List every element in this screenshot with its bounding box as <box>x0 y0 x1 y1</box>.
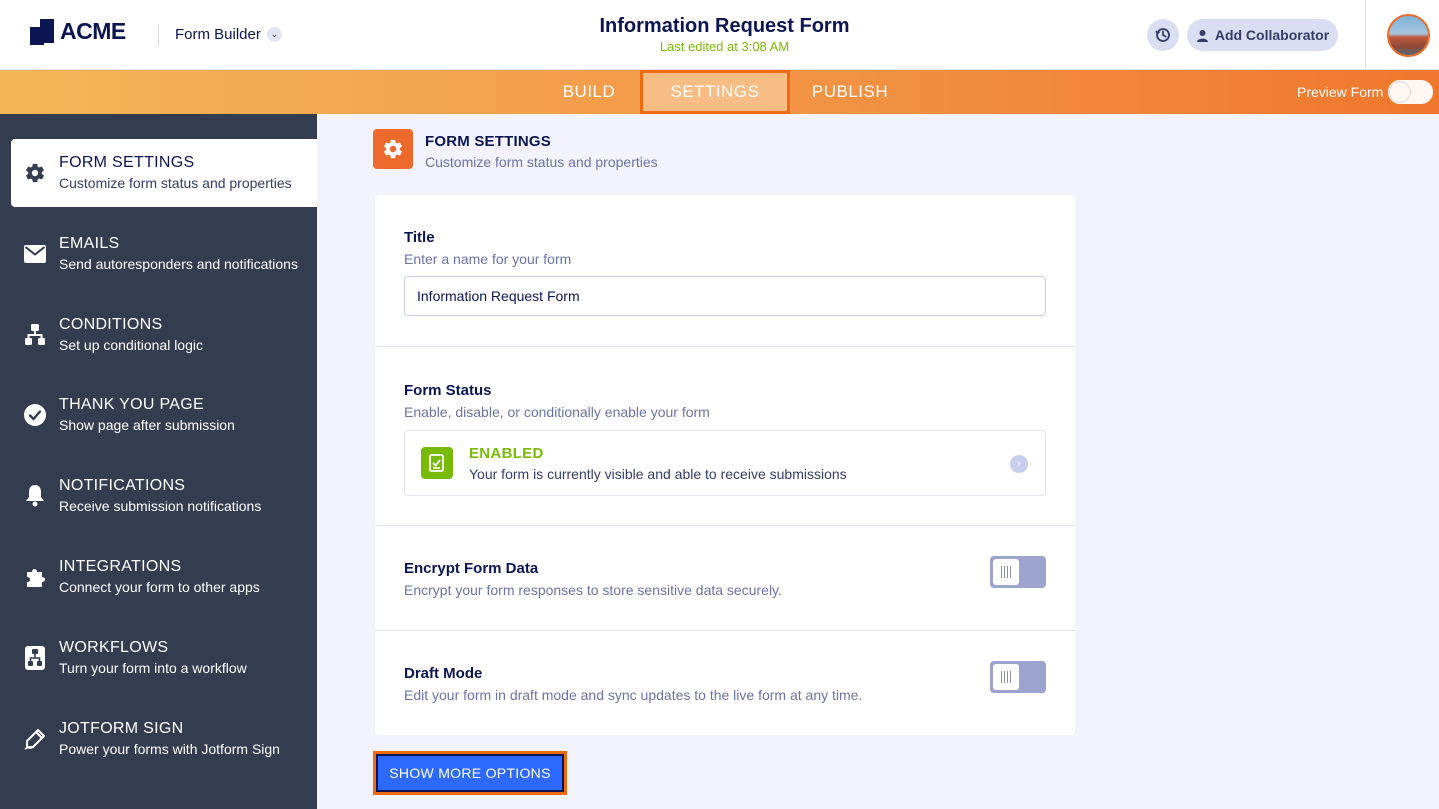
show-more-options-label: SHOW MORE OPTIONS <box>378 756 562 790</box>
builder-nav-bar: BUILD SETTINGS PUBLISH Preview Form <box>0 70 1439 114</box>
sidebar-item-desc: Customize form status and properties <box>59 175 292 191</box>
sidebar-item-notifications[interactable]: NOTIFICATIONS Receive submission notific… <box>11 462 317 530</box>
sidebar-item-desc: Send autoresponders and notifications <box>59 256 298 272</box>
form-status-selector[interactable]: ENABLED Your form is currently visible a… <box>404 430 1046 496</box>
check-circle-icon <box>23 403 47 427</box>
draft-mode-row: Draft Mode Edit your form in draft mode … <box>375 631 1075 735</box>
status-value: ENABLED <box>469 445 544 462</box>
form-settings-gear-icon <box>373 129 413 169</box>
draft-mode-label: Draft Mode <box>404 665 483 682</box>
toggle-knob <box>1390 82 1410 102</box>
form-title-input[interactable] <box>404 276 1046 316</box>
show-more-options-button[interactable]: SHOW MORE OPTIONS <box>373 751 567 795</box>
sidebar-item-title: THANK YOU PAGE <box>59 396 204 413</box>
title-label: Title <box>404 229 435 246</box>
tab-settings[interactable]: SETTINGS <box>640 70 790 114</box>
sidebar-item-desc: Power your forms with Jotform Sign <box>59 741 280 757</box>
title-desc: Enter a name for your form <box>404 251 572 267</box>
title-row: Title Enter a name for your form <box>375 195 1075 347</box>
sidebar-item-emails[interactable]: EMAILS Send autoresponders and notificat… <box>11 220 317 288</box>
sidebar-item-desc: Set up conditional logic <box>59 337 203 353</box>
sidebar-item-title: CONDITIONS <box>59 316 163 333</box>
sidebar-item-title: JOTFORM SIGN <box>59 720 184 737</box>
flowchart-icon <box>23 323 47 347</box>
form-status-row: Form Status Enable, disable, or conditio… <box>375 347 1075 526</box>
avatar[interactable] <box>1387 14 1430 57</box>
sidebar-item-desc: Receive submission notifications <box>59 498 262 514</box>
sidebar-item-desc: Connect your form to other apps <box>59 579 260 595</box>
sidebar-item-jotform-sign[interactable]: JOTFORM SIGN Power your forms with Jotfo… <box>11 705 317 773</box>
tab-build[interactable]: BUILD <box>548 70 630 114</box>
envelope-icon <box>23 242 47 266</box>
encrypt-row: Encrypt Form Data Encrypt your form resp… <box>375 526 1075 631</box>
encrypt-toggle[interactable] <box>990 556 1046 588</box>
gear-icon <box>23 161 47 185</box>
sidebar-item-desc: Show page after submission <box>59 417 235 433</box>
user-icon <box>1196 29 1208 42</box>
toggle-knob <box>993 664 1019 690</box>
settings-sidebar: FORM SETTINGS Customize form status and … <box>0 114 317 809</box>
history-button[interactable] <box>1147 19 1179 51</box>
draft-mode-desc: Edit your form in draft mode and sync up… <box>404 687 863 703</box>
history-icon <box>1155 28 1170 42</box>
status-value-desc: Your form is currently visible and able … <box>469 466 847 482</box>
sidebar-item-conditions[interactable]: CONDITIONS Set up conditional logic <box>11 301 317 369</box>
sidebar-item-form-settings[interactable]: FORM SETTINGS Customize form status and … <box>11 139 317 207</box>
sidebar-item-title: NOTIFICATIONS <box>59 477 186 494</box>
sidebar-item-title: INTEGRATIONS <box>59 558 182 575</box>
sidebar-item-thank-you-page[interactable]: THANK YOU PAGE Show page after submissio… <box>11 381 317 449</box>
workflow-icon <box>23 646 47 670</box>
encrypt-desc: Encrypt your form responses to store sen… <box>404 582 782 598</box>
bell-icon <box>23 484 47 508</box>
tab-publish[interactable]: PUBLISH <box>800 70 900 114</box>
sidebar-item-title: EMAILS <box>59 235 120 252</box>
toggle-knob <box>993 559 1019 585</box>
form-status-label: Form Status <box>404 382 492 399</box>
draft-mode-toggle[interactable] <box>990 661 1046 693</box>
puzzle-icon <box>23 565 47 589</box>
sidebar-item-title: WORKFLOWS <box>59 639 169 656</box>
enabled-form-icon <box>421 447 453 479</box>
section-title: FORM SETTINGS <box>425 133 551 150</box>
pen-icon <box>23 727 47 751</box>
top-header: ACME Form Builder ⌄ Information Request … <box>0 0 1439 70</box>
add-collaborator-label: Add Collaborator <box>1214 27 1330 43</box>
header-separator <box>1365 0 1366 70</box>
sidebar-item-workflows[interactable]: WORKFLOWS Turn your form into a workflow <box>11 624 317 692</box>
preview-form-label: Preview Form <box>1297 84 1384 100</box>
settings-card: Title Enter a name for your form Form St… <box>375 195 1075 735</box>
sidebar-item-title: FORM SETTINGS <box>59 154 195 171</box>
encrypt-label: Encrypt Form Data <box>404 560 539 577</box>
sidebar-item-desc: Turn your form into a workflow <box>59 660 247 676</box>
preview-form-toggle[interactable] <box>1388 80 1433 104</box>
chevron-right-icon: › <box>1010 455 1028 473</box>
add-collaborator-button[interactable]: Add Collaborator <box>1187 19 1338 51</box>
sidebar-item-integrations[interactable]: INTEGRATIONS Connect your form to other … <box>11 543 317 611</box>
section-subtitle: Customize form status and properties <box>425 154 658 170</box>
form-status-desc: Enable, disable, or conditionally enable… <box>404 404 710 420</box>
